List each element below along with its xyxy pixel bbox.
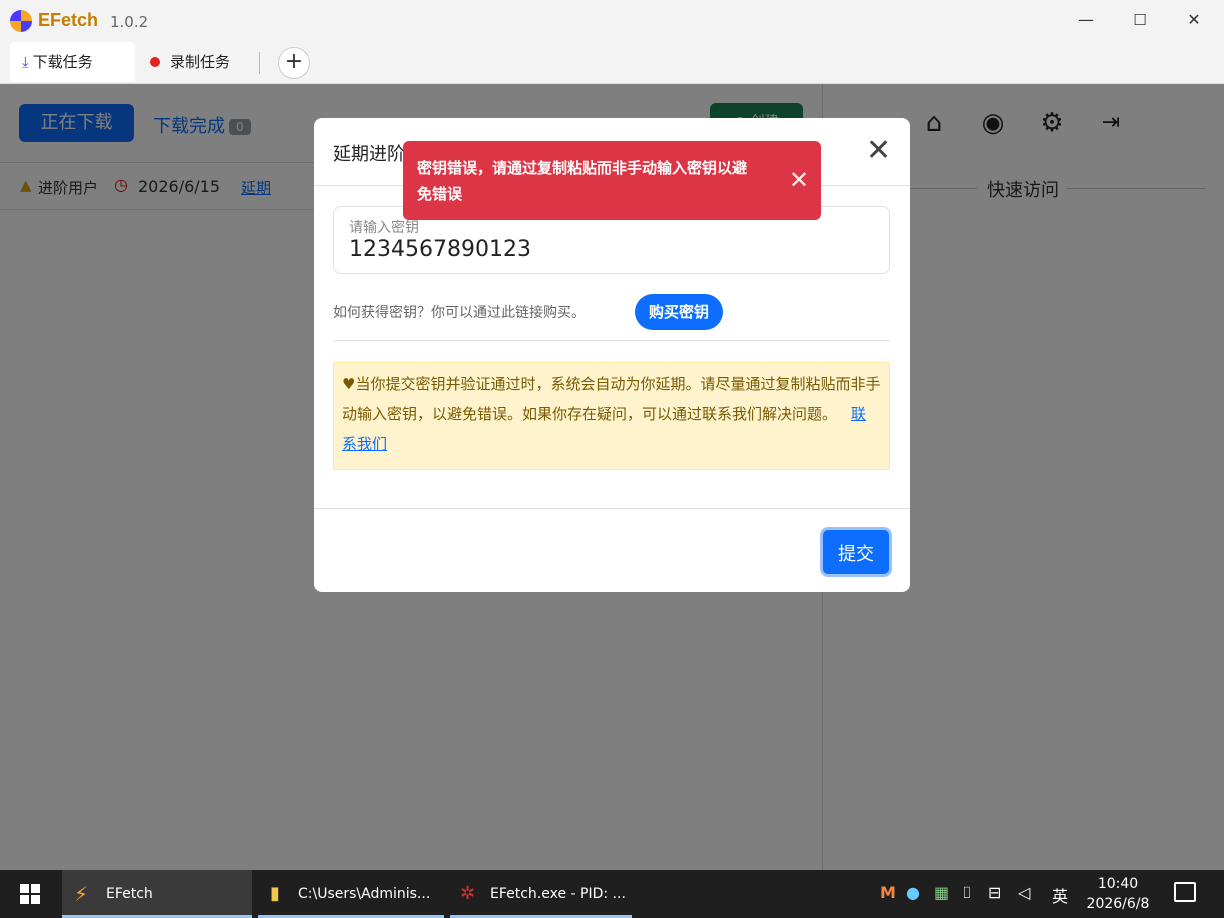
tray-m-icon[interactable]: M [880,883,896,902]
tab-label: 录制任务 [170,53,231,71]
tab-download-tasks[interactable]: ⤓ 下载任务 [10,42,135,82]
submit-button[interactable]: 提交 [820,527,892,577]
minimize-button[interactable]: — [1063,6,1109,34]
tray-network-icon[interactable]: ⊟ [988,883,1001,902]
error-toast: 密钥错误，请通过复制粘贴而非手动输入密钥以避免错误 ✕ [403,141,821,220]
tab-bar: ⤓ 下载任务 录制任务 [0,40,1224,84]
taskbar-app-label: EFetch [106,886,153,902]
app-version: 1.0.2 [110,13,149,31]
debugger-icon: ✲ [460,883,476,904]
app-name: EFetch [38,10,99,30]
modal-title: 延期进阶 [333,144,405,165]
tray-ime-indicator[interactable]: 英 [1052,883,1068,907]
key-input-value[interactable]: 1234567890123 [349,237,531,262]
add-tab-button[interactable]: + [278,47,310,79]
notice-text: 当你提交密钥并验证通过时，系统会自动为你延期。请尽量通过复制粘贴而非手动输入密钥… [342,375,881,423]
maximize-button[interactable]: ☐ [1117,6,1163,34]
tray-volume-icon[interactable]: ◁ [1018,883,1030,902]
tray-cloud-icon[interactable]: ● [906,883,920,902]
taskbar-app-explorer[interactable]: ▮ C:\Users\Adminis... [258,870,444,918]
buy-key-button[interactable]: 购买密钥 [635,294,723,330]
how-to-get-key-text: 如何获得密钥？你可以通过此链接购买。 [333,305,585,321]
toast-close-button[interactable]: ✕ [789,165,809,195]
taskbar-app-debugger[interactable]: ✲ EFetch.exe - PID: ... [450,870,632,918]
toast-message: 密钥错误，请通过复制粘贴而非手动输入密钥以避免错误 [417,159,748,203]
taskbar-app-efetch[interactable]: ⚡ EFetch [62,870,252,918]
efetch-icon: ⚡ [74,882,89,906]
taskbar-clock[interactable]: 10:40 2026/6/8 [1085,874,1151,914]
record-dot-icon [150,56,160,67]
app-logo-icon [10,10,32,32]
close-window-button[interactable]: ✕ [1171,6,1217,34]
key-input-placeholder: 请输入密钥 [349,220,419,236]
app-window: EFetch 1.0.2 — ☐ ✕ ⤓下载任务 录制任务 + 正在下载 下载完… [0,0,1224,870]
tray-usb-icon[interactable]: ⌷ [962,883,972,903]
modal-close-button[interactable]: ✕ [866,134,891,168]
taskbar: ⚡ EFetch ▮ C:\Users\Adminis... ✲ EFetch.… [0,870,1224,918]
info-notice: ♥当你提交密钥并验证通过时，系统会自动为你延期。请尽量通过复制粘贴而非手动输入密… [333,362,890,470]
title-bar: EFetch 1.0.2 — ☐ ✕ [0,0,1224,40]
folder-icon: ▮ [270,883,280,904]
taskbar-date: 2026/6/8 [1086,896,1150,912]
taskbar-app-label: EFetch.exe - PID: ... [490,886,626,902]
tab-label: 下载任务 [32,53,93,71]
heart-icon: ♥ [342,375,356,393]
tray-app-icon[interactable]: ▦ [934,883,949,902]
taskbar-app-label: C:\Users\Adminis... [298,886,431,902]
download-icon: ⤓ [22,53,29,71]
windows-start-icon[interactable] [20,884,40,904]
tab-record-tasks[interactable]: 录制任务 [138,42,256,82]
taskbar-time: 10:40 [1097,876,1139,892]
modal-divider [333,340,890,341]
tab-separator [259,52,260,74]
notification-icon[interactable] [1174,882,1196,902]
modal-footer: 提交 [314,508,910,592]
